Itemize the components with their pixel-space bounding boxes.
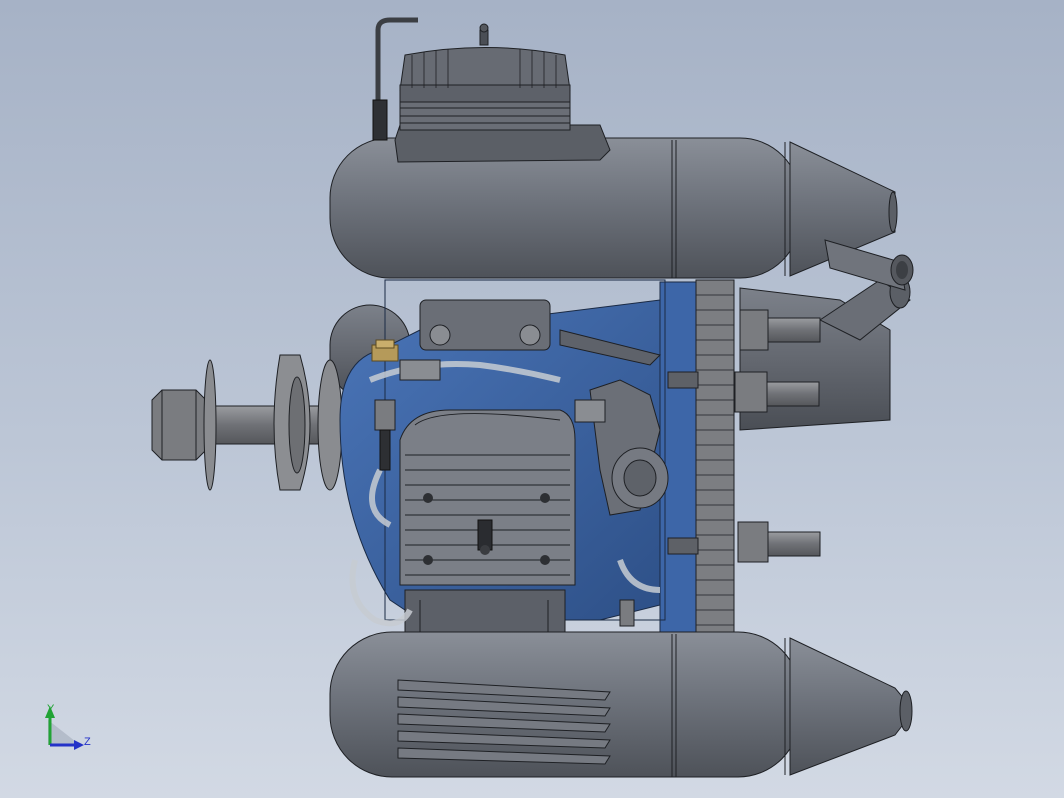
cad-viewport[interactable]: Y Z	[0, 0, 1064, 798]
axis-triad: Y Z	[45, 703, 91, 750]
front-cylinder-head	[399, 409, 576, 586]
timing-gear	[695, 279, 735, 657]
y-axis-label: Y	[47, 703, 55, 715]
top-cylinder	[372, 17, 611, 163]
z-axis-label: Z	[84, 736, 91, 748]
engine-model[interactable]: Y Z	[0, 0, 1064, 798]
prop-shaft	[151, 354, 371, 491]
bottom-muffler	[329, 631, 913, 778]
